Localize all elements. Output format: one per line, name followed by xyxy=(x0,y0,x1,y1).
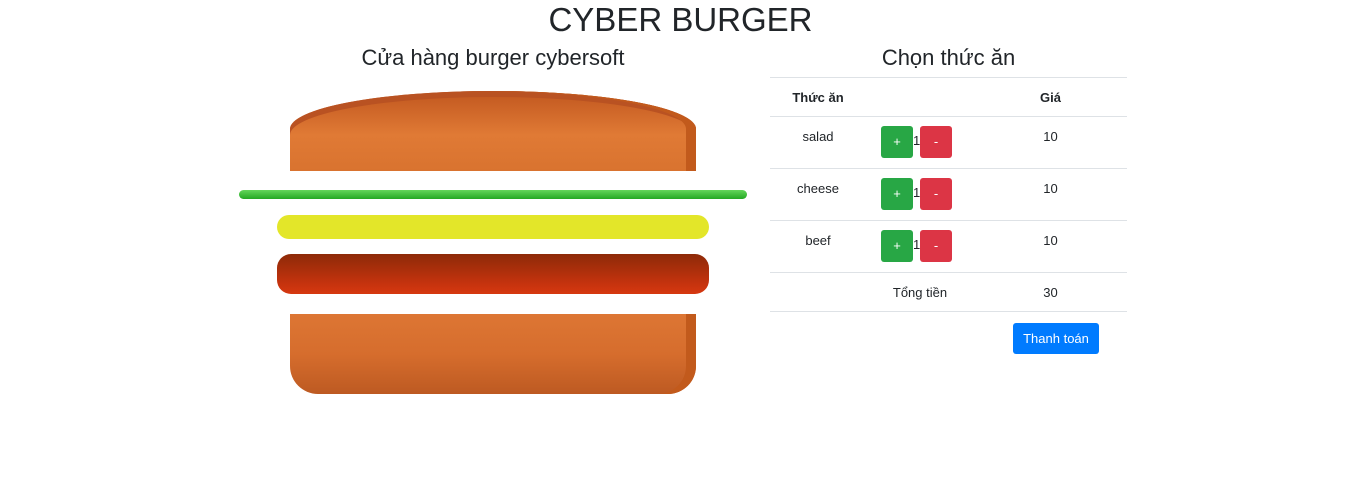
item-price: 10 xyxy=(974,220,1127,273)
item-quantity: 1 xyxy=(913,132,921,148)
item-quantity: 1 xyxy=(913,184,921,200)
header-quantity xyxy=(866,77,974,117)
total-empty-cell xyxy=(770,272,866,312)
bread-bottom xyxy=(290,314,696,394)
cheese-layer xyxy=(277,215,709,239)
burger-illustration xyxy=(0,0,1361,504)
beef-layer xyxy=(277,254,709,294)
table-row: cheese +1- 10 xyxy=(770,168,1127,221)
item-price: 10 xyxy=(974,168,1127,221)
item-name: beef xyxy=(770,220,866,273)
minus-button[interactable]: - xyxy=(920,178,952,210)
plus-button[interactable]: + xyxy=(881,126,913,158)
header-food: Thức ăn xyxy=(770,77,866,117)
quantity-controls: +1- xyxy=(866,168,974,221)
bread-top xyxy=(290,91,696,171)
checkout-button[interactable]: Thanh toán xyxy=(1013,323,1099,354)
minus-button[interactable]: - xyxy=(920,230,952,262)
menu-table: Thức ăn Giá salad +1- 10 cheese +1- 10 b… xyxy=(770,77,1127,312)
shop-title: Cửa hàng burger cybersoft xyxy=(361,45,625,70)
table-header-row: Thức ăn Giá xyxy=(770,77,1127,117)
menu-title: Chọn thức ăn xyxy=(881,45,1016,70)
item-name: cheese xyxy=(770,168,866,221)
salad-layer xyxy=(239,190,747,199)
item-name: salad xyxy=(770,116,866,169)
item-quantity: 1 xyxy=(913,236,921,252)
plus-button[interactable]: + xyxy=(881,178,913,210)
page-title: CYBER BURGER xyxy=(548,1,813,38)
plus-button[interactable]: + xyxy=(881,230,913,262)
table-row: salad +1- 10 xyxy=(770,116,1127,169)
table-row: beef +1- 10 xyxy=(770,220,1127,273)
total-label: Tổng tiền xyxy=(866,272,974,312)
item-price: 10 xyxy=(974,116,1127,169)
header-price: Giá xyxy=(974,77,1127,117)
quantity-controls: +1- xyxy=(866,116,974,169)
minus-button[interactable]: - xyxy=(920,126,952,158)
total-row: Tổng tiền 30 xyxy=(770,272,1127,312)
total-value: 30 xyxy=(974,272,1127,312)
quantity-controls: +1- xyxy=(866,220,974,273)
